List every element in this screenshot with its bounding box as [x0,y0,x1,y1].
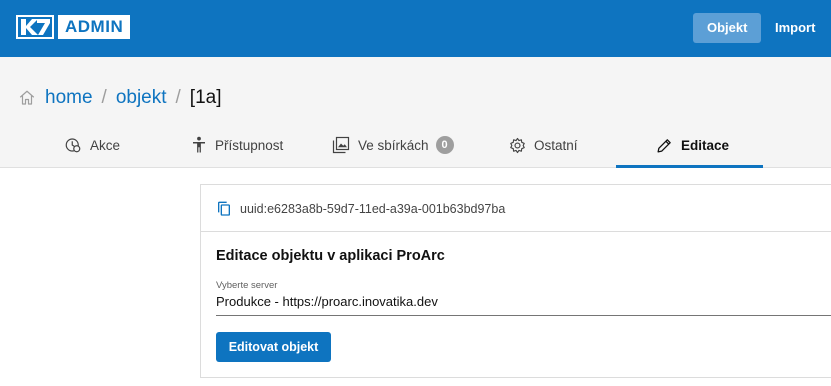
breadcrumb-separator: / [101,87,107,108]
tab-label: Ve sbírkách [358,137,429,153]
uuid-row: uuid:e6283a8b-59d7-11ed-a39a-001b63bd97b… [217,201,505,217]
nav-objekt-button[interactable]: Objekt [693,13,762,43]
tab-label: Editace [681,137,730,153]
tab-pristupnost[interactable]: Přístupnost [191,124,283,166]
collections-count-badge: 0 [435,136,454,154]
uuid-text: uuid:e6283a8b-59d7-11ed-a39a-001b63bd97b… [240,202,506,216]
tab-akce[interactable]: Akce [64,124,120,166]
breadcrumb-separator: / [175,87,181,108]
tab-label: Přístupnost [215,137,284,153]
breadcrumb-objekt-link[interactable]: objekt [116,87,167,109]
breadcrumb: home / objekt / [1a] [18,87,222,109]
copy-icon[interactable] [217,201,231,217]
pencil-icon [657,138,671,153]
tab-editace[interactable]: Editace [616,124,763,166]
tab-ostatni[interactable]: Ostatní [509,124,578,166]
tab-ve-sbirkach[interactable]: Ve sbírkách 0 [332,124,454,166]
server-select-label: Vyberte server [216,280,278,291]
uuid-card: uuid:e6283a8b-59d7-11ed-a39a-001b63bd97b… [200,184,831,232]
logo[interactable]: ADMIN [16,15,131,39]
breadcrumb-home-link[interactable]: home [45,87,93,109]
edit-card-title: Editace objektu v aplikaci ProArc [216,248,445,264]
edit-object-button[interactable]: Editovat objekt [216,332,331,362]
breadcrumb-current: [1a] [189,87,222,108]
top-app-bar: ADMIN Objekt Import [0,0,831,57]
nav-import-button[interactable]: Import [761,13,829,43]
home-icon[interactable] [18,89,36,107]
active-tab-indicator [616,165,763,168]
gear-icon [510,137,525,153]
clock-icon [65,138,81,153]
logo-k7-mark [16,15,54,39]
object-header: home / objekt / [1a] Akce Přístupnost Ve… [0,57,831,168]
proarc-edit-card: Editace objektu v aplikaci ProArc Vybert… [200,232,831,378]
collections-icon [332,136,350,154]
logo-text: ADMIN [58,15,131,39]
tab-label: Akce [90,137,121,153]
person-icon [193,136,205,153]
tab-label: Ostatní [534,137,578,153]
server-select[interactable]: Produkce - https://proarc.inovatika.dev [216,294,831,316]
